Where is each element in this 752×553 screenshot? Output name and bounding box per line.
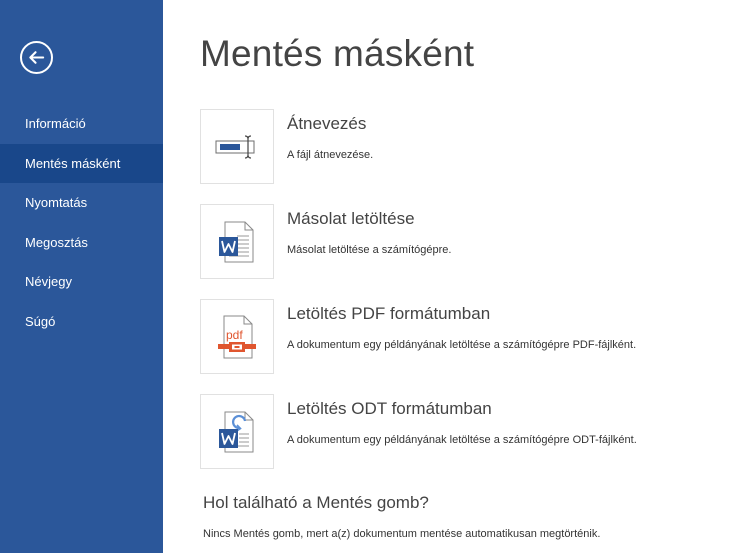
rename-icon [215, 134, 255, 159]
sidebar-nav: Információ Mentés másként Nyomtatás Mego… [0, 104, 163, 341]
backstage-view: Információ Mentés másként Nyomtatás Mego… [0, 0, 752, 553]
back-button[interactable] [20, 41, 53, 74]
download-pdf-description: A dokumentum egy példányának letöltése a… [287, 339, 637, 351]
download-copy-description: Másolat letöltése a számítógépre. [287, 244, 452, 256]
sidebar-item-nyomtatas[interactable]: Nyomtatás [0, 183, 163, 223]
page-title: Mentés másként [200, 33, 475, 74]
rename-option[interactable]: Átnevezés A fájl átnevezése. [200, 109, 745, 184]
svg-text:pdf: pdf [226, 328, 243, 342]
word-document-icon [219, 221, 254, 262]
download-pdf-tile[interactable]: pdf [200, 299, 274, 374]
sidebar-item-sugo[interactable]: Súgó [0, 302, 163, 342]
download-pdf-option[interactable]: pdf Letöltés PDF formátumban A dokumentu… [200, 299, 745, 374]
download-odt-description: A dokumentum egy példányának letöltése a… [287, 434, 637, 446]
save-help-heading: Hol található a Mentés gomb? [203, 493, 429, 512]
sidebar-item-nevjegy[interactable]: Névjegy [0, 262, 163, 302]
download-odt-title: Letöltés ODT formátumban [287, 399, 492, 418]
download-pdf-title: Letöltés PDF formátumban [287, 304, 491, 323]
download-odt-tile[interactable] [200, 394, 274, 469]
download-copy-tile[interactable] [200, 204, 274, 279]
rename-title: Átnevezés [287, 114, 367, 133]
sidebar-item-megosztas[interactable]: Megosztás [0, 223, 163, 263]
download-odt-option[interactable]: Letöltés ODT formátumban A dokumentum eg… [200, 394, 745, 469]
save-help-text: Nincs Mentés gomb, mert a(z) dokumentum … [203, 528, 601, 540]
sidebar-item-mentes-maskent[interactable]: Mentés másként [0, 143, 163, 183]
pdf-document-icon: pdf [218, 315, 256, 358]
download-copy-option[interactable]: Másolat letöltése Másolat letöltése a sz… [200, 204, 745, 279]
main-content: Mentés másként Átnevezés A fájl átnevezé… [163, 0, 752, 553]
rename-tile[interactable] [200, 109, 274, 184]
rename-description: A fájl átnevezése. [287, 149, 374, 161]
sidebar: Információ Mentés másként Nyomtatás Mego… [0, 0, 163, 553]
odt-document-icon [219, 411, 254, 452]
sidebar-item-informacio[interactable]: Információ [0, 104, 163, 144]
back-arrow-icon [29, 51, 45, 64]
download-copy-title: Másolat letöltése [287, 209, 415, 228]
